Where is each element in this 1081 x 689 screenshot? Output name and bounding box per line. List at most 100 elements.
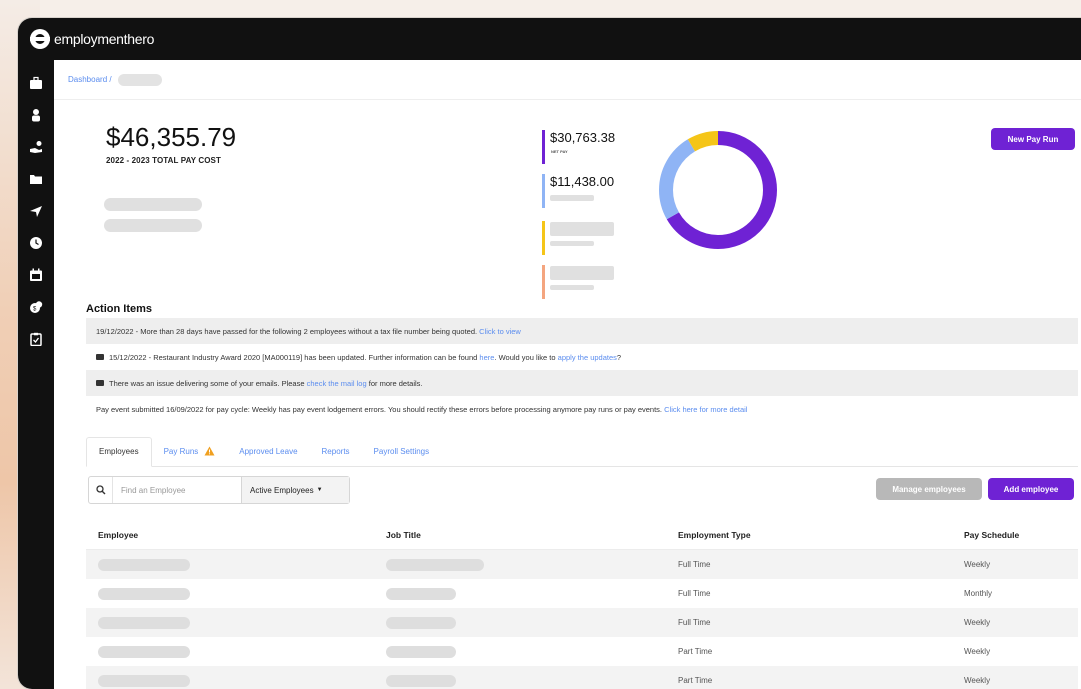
column-header-job-title[interactable]: Job Title (376, 530, 668, 540)
plane-icon[interactable] (29, 204, 43, 218)
action-items-title: Action Items (86, 303, 153, 315)
table-row[interactable]: Full Time Monthly (86, 579, 1078, 608)
summary-placeholder-2 (104, 219, 202, 232)
total-pay-cost-amount: $46,355.79 (106, 122, 237, 152)
mail-icon (96, 354, 104, 360)
employee-search-group: Active Employees ▼ (88, 476, 350, 504)
pay-schedule-cell: Weekly (964, 560, 991, 569)
column-header-pay-schedule[interactable]: Pay Schedule (960, 530, 1078, 540)
pay-cost-donut-chart (659, 131, 777, 249)
action-item-row: There was an issue delivering some of yo… (86, 370, 1078, 396)
stat-fourth (542, 265, 642, 299)
stat-net-pay-label: NET PAY (551, 149, 568, 154)
tab-payroll-settings[interactable]: Payroll Settings (362, 436, 442, 466)
employee-name-placeholder (86, 645, 376, 658)
job-title-placeholder (376, 645, 668, 658)
employment-type-cell: Part Time (678, 676, 713, 685)
tab-approved-leave[interactable]: Approved Leave (227, 436, 309, 466)
coins-icon[interactable]: $ (29, 300, 43, 314)
action-item-text-end: for more details. (368, 378, 423, 388)
caret-down-icon: ▼ (316, 487, 323, 493)
column-header-employment-type[interactable]: Employment Type (668, 530, 960, 540)
pay-schedule-cell: Monthly (964, 589, 993, 598)
employee-name-placeholder (86, 587, 376, 600)
employment-type-cell: Full Time (678, 560, 711, 569)
briefcase-icon[interactable] (29, 76, 43, 90)
stat-third (542, 221, 642, 255)
apply-updates-link[interactable]: apply the updates (558, 353, 617, 362)
pay-schedule-cell: Weekly (964, 647, 991, 656)
total-pay-cost-label: 2022 - 2023 TOTAL PAY COST (106, 156, 221, 165)
job-title-placeholder (376, 587, 668, 600)
action-item-row: 19/12/2022 - More than 28 days have pass… (86, 318, 1078, 344)
job-title-placeholder (376, 558, 668, 571)
employment-type-cell: Full Time (678, 618, 711, 627)
stat-third-bar (542, 221, 545, 255)
top-bar: employmenthero (18, 18, 1081, 60)
column-header-employee[interactable]: Employee (86, 530, 376, 540)
mail-icon (96, 380, 104, 386)
warning-icon (204, 446, 215, 456)
pay-event-detail-link[interactable]: Click here for more detail (664, 405, 747, 414)
stat-fourth-label-placeholder (550, 285, 594, 290)
hand-money-icon[interactable] (29, 140, 43, 154)
table-row[interactable]: Full Time Weekly (86, 608, 1078, 637)
employee-search-input[interactable] (113, 485, 241, 495)
table-row[interactable]: Full Time Weekly (86, 550, 1078, 579)
table-row[interactable]: Part Time Weekly (86, 666, 1078, 689)
action-item-text: 19/12/2022 - More than 28 days have pass… (96, 326, 478, 336)
tab-pay-runs-label: Pay Runs (163, 447, 199, 456)
action-items-list: 19/12/2022 - More than 28 days have pass… (86, 318, 1078, 422)
tab-bar: Employees Pay Runs Approved Leave Report… (86, 437, 1078, 467)
breadcrumb-dashboard-link[interactable]: Dashboard / (68, 75, 112, 84)
person-icon[interactable] (29, 108, 43, 122)
stat-fourth-value-placeholder (550, 266, 614, 280)
stat-fourth-bar (542, 265, 545, 299)
calendar-icon[interactable] (29, 268, 43, 282)
job-title-placeholder (376, 616, 668, 629)
action-item-text: Pay event submitted 16/09/2022 for pay c… (96, 404, 663, 414)
employee-status-filter-label: Active Employees (250, 485, 314, 495)
tab-employees[interactable]: Employees (86, 437, 152, 467)
stat-net-pay-bar (542, 130, 545, 164)
stat-net-pay-value: $30,763.38 (550, 130, 616, 145)
stat-second: $11,438.00 (542, 174, 642, 208)
job-title-placeholder (376, 674, 668, 687)
employees-table: Employee Job Title Employment Type Pay S… (86, 520, 1078, 689)
action-item-text-end: ? (616, 352, 622, 362)
action-item-row: 15/12/2022 - Restaurant Industry Award 2… (86, 344, 1078, 370)
click-to-view-link[interactable]: Click to view (479, 327, 521, 336)
add-employee-button[interactable]: Add employee (988, 478, 1074, 500)
sidebar: $ (18, 60, 54, 689)
employee-name-placeholder (86, 616, 376, 629)
table-row[interactable]: Part Time Weekly (86, 637, 1078, 666)
mail-log-link[interactable]: check the mail log (307, 379, 367, 388)
manage-employees-button[interactable]: Manage employees (876, 478, 982, 500)
employment-type-cell: Full Time (678, 589, 711, 598)
table-header: Employee Job Title Employment Type Pay S… (86, 520, 1078, 550)
pay-schedule-cell: Weekly (964, 676, 991, 685)
tab-reports[interactable]: Reports (310, 436, 362, 466)
action-item-text: 15/12/2022 - Restaurant Industry Award 2… (109, 352, 478, 362)
app-window: employmenthero $ Dashboard / $46,355.79 … (18, 18, 1081, 689)
clipboard-icon[interactable] (29, 332, 43, 346)
pay-schedule-cell: Weekly (964, 618, 991, 627)
employee-status-filter[interactable]: Active Employees ▼ (241, 477, 349, 503)
new-pay-run-button[interactable]: New Pay Run (991, 128, 1075, 150)
stat-second-value: $11,438.00 (550, 174, 615, 189)
award-info-link[interactable]: here (479, 353, 494, 362)
folder-icon[interactable] (29, 172, 43, 186)
stat-net-pay: $30,763.38 NET PAY (542, 130, 642, 164)
action-item-text: There was an issue delivering some of yo… (109, 378, 305, 388)
main-content: Dashboard / $46,355.79 2022 - 2023 TOTAL… (54, 60, 1081, 689)
stat-third-value-placeholder (550, 222, 614, 236)
app-logo-text[interactable]: employmenthero (54, 31, 154, 47)
clock-icon[interactable] (29, 236, 43, 250)
breadcrumb-current-placeholder (117, 73, 162, 86)
search-icon (89, 477, 113, 503)
stat-third-label-placeholder (550, 241, 594, 246)
stat-second-label-placeholder (550, 195, 594, 201)
tab-pay-runs[interactable]: Pay Runs (152, 436, 228, 466)
stat-second-bar (542, 174, 545, 208)
action-item-text-mid: . Would you like to (494, 352, 556, 362)
